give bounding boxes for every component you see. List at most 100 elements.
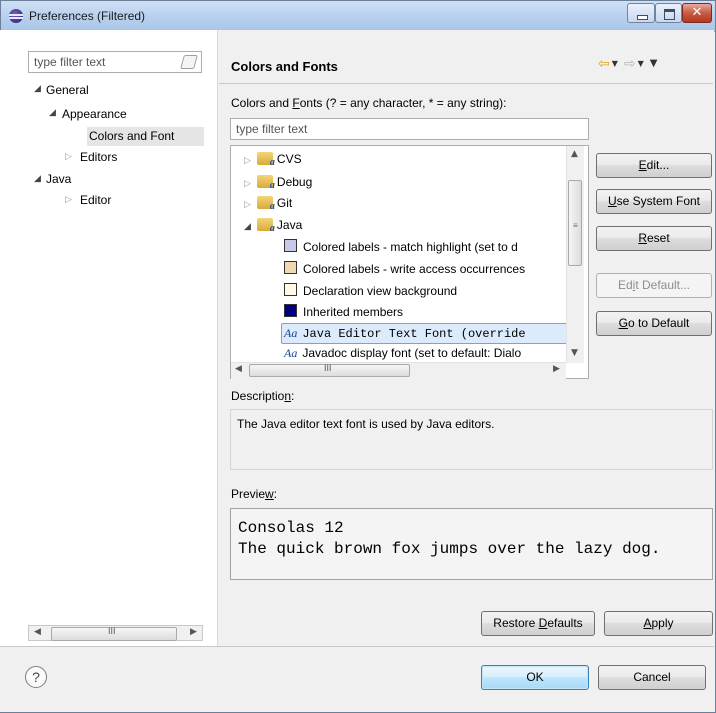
folder-icon [256,152,275,168]
back-arrow-icon[interactable]: ⇦ [598,56,610,72]
forward-dropdown-icon[interactable]: ▼ [638,59,644,68]
scroll-left-icon[interactable]: ◀ [235,364,242,374]
tree-item-label: Colored labels - write access occurrence… [303,262,526,276]
go-to-default-button[interactable]: Go to Default [596,311,712,336]
tree-item-label: Colored labels - match highlight (set to… [303,240,518,254]
scroll-right-icon[interactable]: ▶ [190,627,197,637]
close-button[interactable]: ✕ [682,3,712,23]
description-label: Description: [231,389,295,403]
window-title: Preferences (Filtered) [29,9,146,23]
tree-item-debug[interactable]: ▷ Debug [244,175,312,193]
folder-icon [256,218,275,234]
tree-item-label: Git [276,196,293,210]
collapsed-arrow-icon[interactable]: ▷ [244,156,251,166]
collapsed-arrow-icon[interactable]: ▷ [65,152,72,162]
title-separator [219,83,713,84]
tree-item-cvs[interactable]: ▷ CVS [244,152,302,170]
cancel-button[interactable]: Cancel [598,665,706,690]
page-title: Colors and Fonts [231,59,338,74]
maximize-button[interactable] [655,3,682,23]
eclipse-icon [9,9,23,23]
preview-sample-text: The quick brown fox jumps over the lazy … [238,540,661,558]
tree-item-colors-and-fonts[interactable]: Colors and Font [87,127,204,146]
title-bar[interactable]: Preferences (Filtered) ✕ [1,1,715,32]
description-box: The Java editor text font is used by Jav… [230,409,713,470]
edit-button[interactable]: Edit... [596,153,712,178]
tree-item-label: Java Editor Text Font (override [302,327,526,341]
tree-item-java-category[interactable]: ◢ Java [244,218,302,236]
tree-item-label: Debug [276,175,313,189]
colors-filter-input[interactable]: type filter text [230,118,589,140]
color-swatch [284,261,297,274]
font-icon: Aa [284,326,298,340]
preview-font-name: Consolas 12 [238,519,344,537]
color-swatch [284,304,297,317]
left-horizontal-scrollbar[interactable]: ◀ III ▶ [28,625,203,641]
tree-item-label: CVS [276,152,302,166]
restore-defaults-button[interactable]: Restore Defaults [481,611,595,636]
colors-fonts-tree[interactable]: ▷ CVS ▷ Debug ▷ Git ◢ Java Colored labels - … [230,145,589,379]
tree-item-label: Java [276,218,303,232]
reset-button[interactable]: Reset [596,226,712,251]
help-icon[interactable]: ? [25,666,47,688]
color-swatch [284,239,297,252]
tree-horizontal-scrollbar[interactable]: ◀ III ▶ [231,362,566,379]
tree-item-editors[interactable]: Editors [80,150,117,164]
tree-item-git[interactable]: ▷ Git [244,196,292,214]
tree-item-java-editor-font[interactable]: Aa Java Editor Text Font (override [281,323,571,344]
ok-button[interactable]: OK [481,665,589,690]
forward-arrow-icon[interactable]: ⇨ [624,56,636,72]
colors-fonts-label: Colors and Fonts (? = any character, * =… [231,96,507,110]
left-tree-panel [21,30,218,646]
folder-icon [256,196,275,212]
scroll-thumb[interactable]: III [249,363,410,377]
scroll-grip: III [108,626,116,636]
tree-item-inherited-members[interactable]: Inherited members [284,304,403,322]
scroll-grip: III [324,363,332,373]
collapsed-arrow-icon[interactable]: ▷ [244,200,251,210]
expand-arrow-icon[interactable]: ◢ [34,84,41,94]
tree-item-declaration-bg[interactable]: Declaration view background [284,283,457,301]
tree-item-editor[interactable]: Editor [80,193,111,207]
scroll-thumb[interactable]: III [51,626,177,641]
scroll-grip: ≡ [573,221,578,230]
scroll-thumb[interactable]: ≡ [568,180,582,266]
description-text: The Java editor text font is used by Jav… [237,417,495,431]
scroll-left-icon[interactable]: ◀ [34,627,41,637]
left-filter-placeholder: type filter text [34,55,106,69]
tree-item-label: Javadoc display font (set to default: Di… [302,346,522,360]
tree-item-write-access[interactable]: Colored labels - write access occurrence… [284,261,525,279]
tree-item-label: Declaration view background [303,284,458,298]
scroll-right-icon[interactable]: ▶ [553,364,560,374]
tree-item-appearance[interactable]: Appearance [62,107,127,121]
collapsed-arrow-icon[interactable]: ▷ [65,195,72,205]
tree-item-label: Inherited members [303,305,404,319]
colors-filter-placeholder: type filter text [236,122,308,136]
tree-vertical-scrollbar[interactable]: ▲ ≡ ▼ [566,146,584,363]
scroll-up-icon[interactable]: ▲ [571,149,578,159]
preview-label: Preview: [231,487,278,501]
close-icon: ✕ [691,5,703,20]
apply-button[interactable]: Apply [604,611,713,636]
tree-item-general[interactable]: General [46,83,89,97]
left-margin [0,30,21,646]
collapsed-arrow-icon[interactable]: ▷ [244,179,251,189]
edit-default-button[interactable]: Edit Default... [596,273,712,298]
expand-arrow-icon[interactable]: ◢ [34,174,41,184]
preview-box: Consolas 12 The quick brown fox jumps ov… [230,508,713,580]
expand-arrow-icon[interactable]: ◢ [49,108,56,118]
eraser-icon[interactable] [180,55,198,69]
use-system-font-button[interactable]: Use System Font [596,189,712,214]
expand-arrow-icon[interactable]: ◢ [244,222,251,232]
folder-icon [256,175,275,191]
color-swatch [284,283,297,296]
scroll-down-icon[interactable]: ▼ [571,348,578,358]
view-menu-icon[interactable]: ▼ [650,58,658,69]
font-icon: Aa [284,346,298,360]
tree-item-match-highlight[interactable]: Colored labels - match highlight (set to… [284,239,518,257]
left-filter-input[interactable]: type filter text [28,51,202,73]
back-dropdown-icon[interactable]: ▼ [612,59,618,68]
history-nav: ⇦ ▼ ⇨ ▼ ▼ [598,56,657,72]
tree-item-java[interactable]: Java [46,172,71,186]
minimize-button[interactable] [627,3,655,23]
